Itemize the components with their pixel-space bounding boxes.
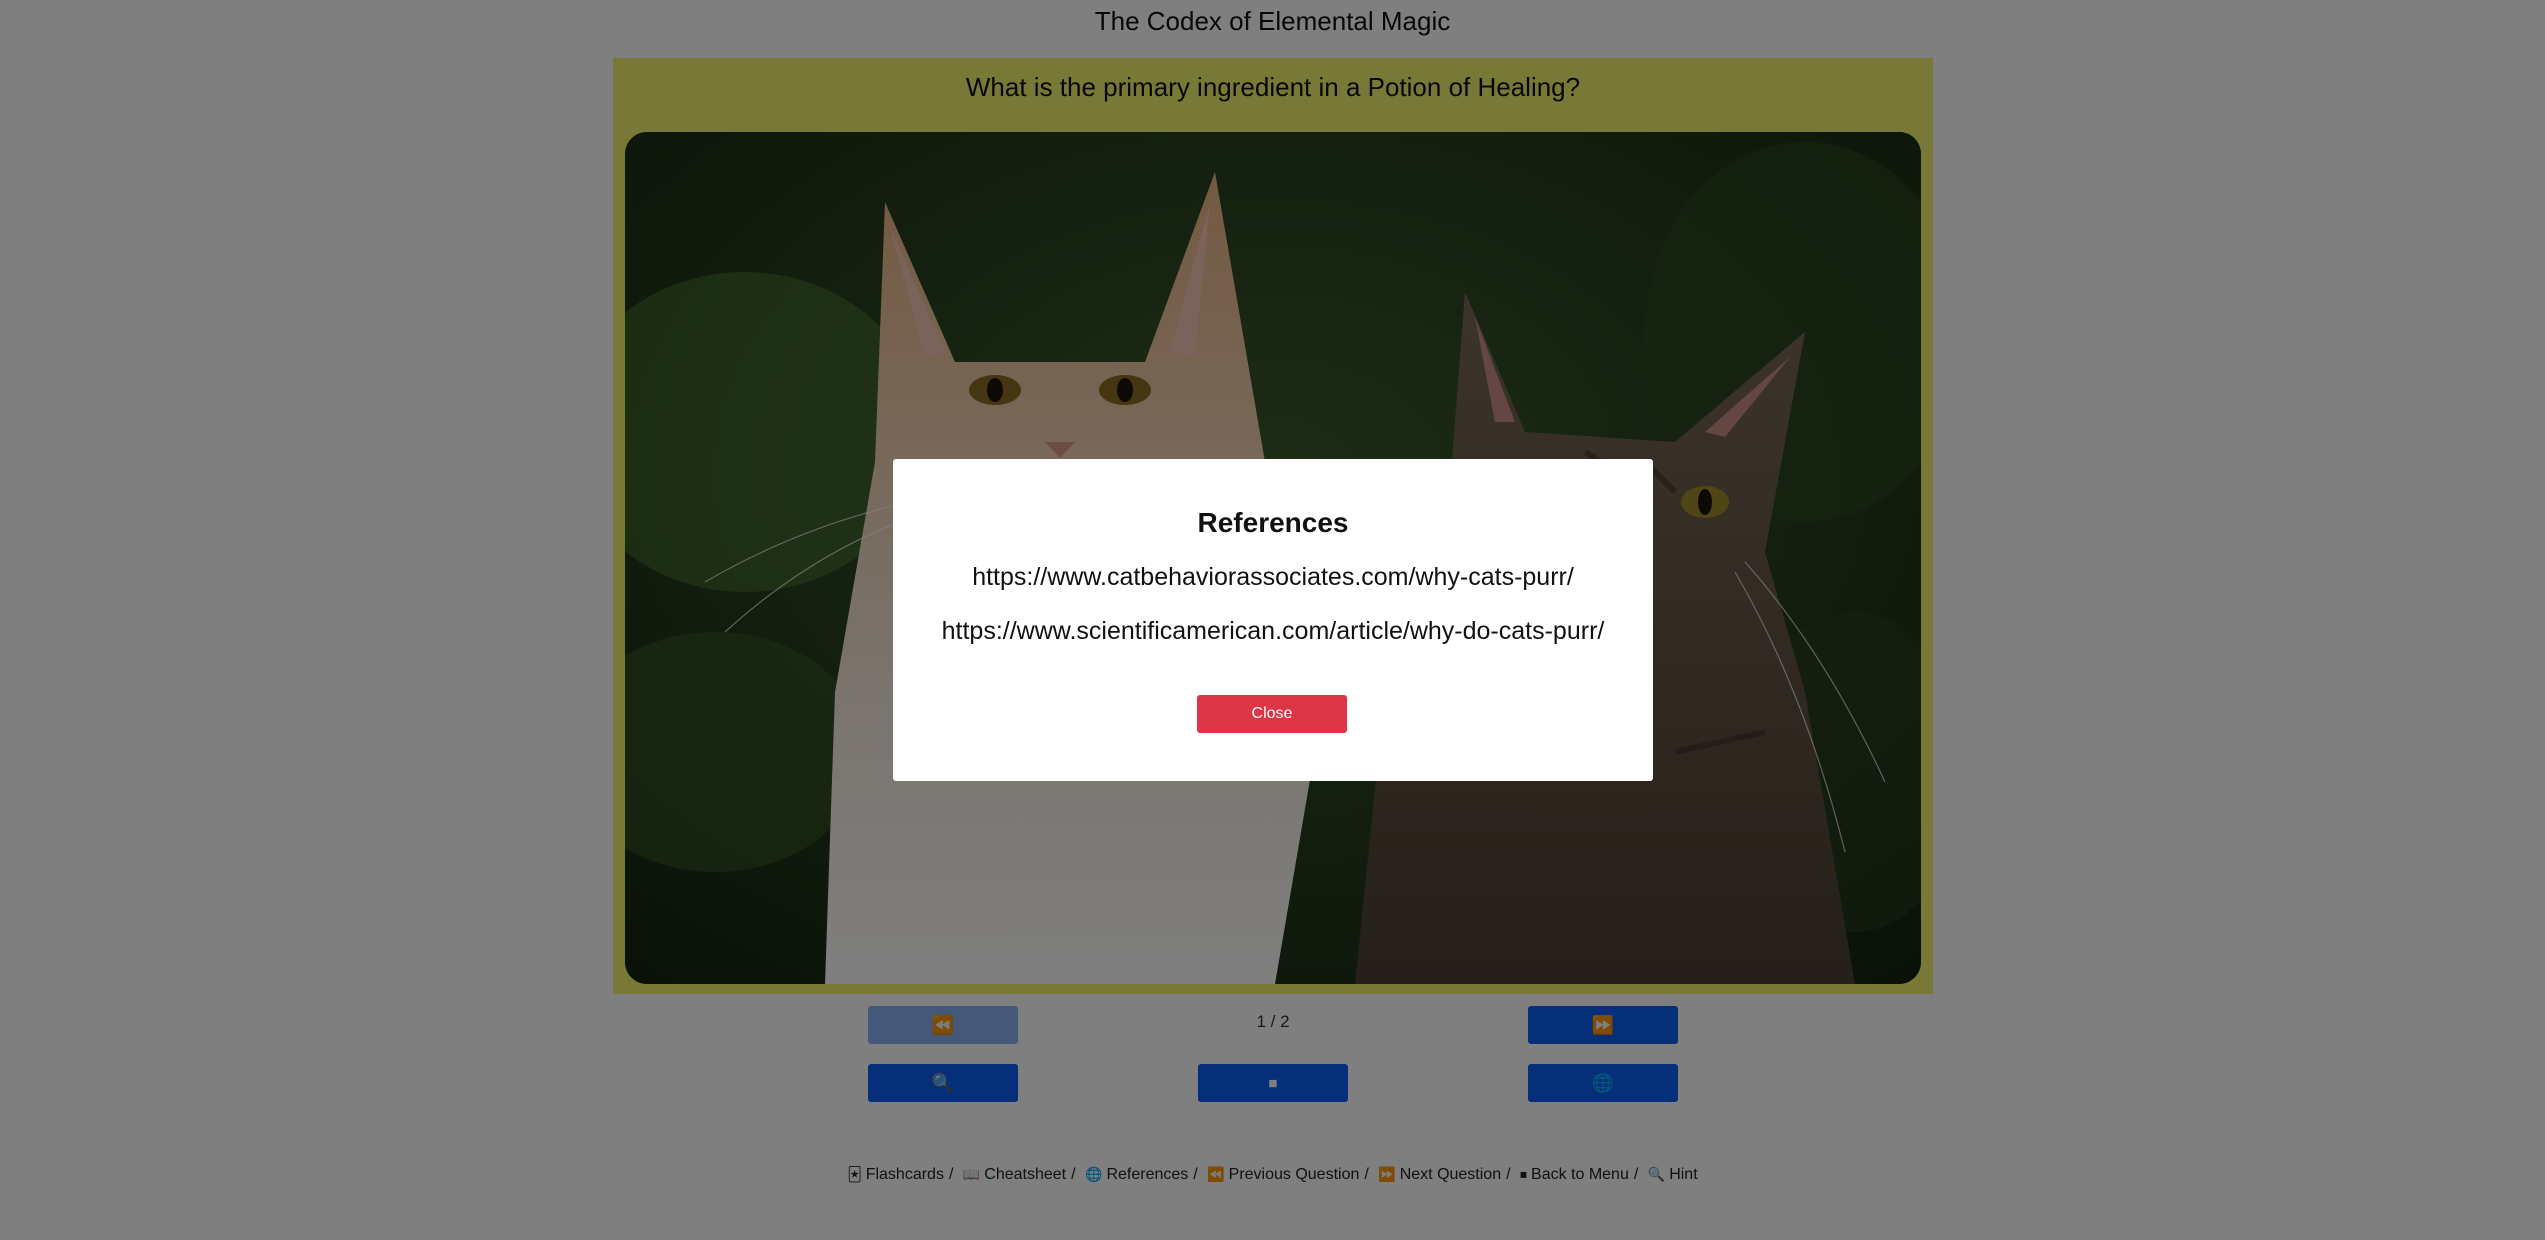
flashcard-page: The Codex of Elemental Magic What is the…	[0, 0, 2545, 1240]
reference-link[interactable]: https://www.scientificamerican.com/artic…	[893, 617, 1653, 646]
references-modal: References https://www.catbehaviorassoci…	[893, 459, 1653, 781]
modal-backdrop[interactable]: References https://www.catbehaviorassoci…	[0, 0, 2545, 1240]
close-button[interactable]: Close	[1197, 695, 1347, 733]
modal-title: References	[1197, 507, 1349, 538]
reference-link[interactable]: https://www.catbehaviorassociates.com/wh…	[893, 563, 1653, 592]
